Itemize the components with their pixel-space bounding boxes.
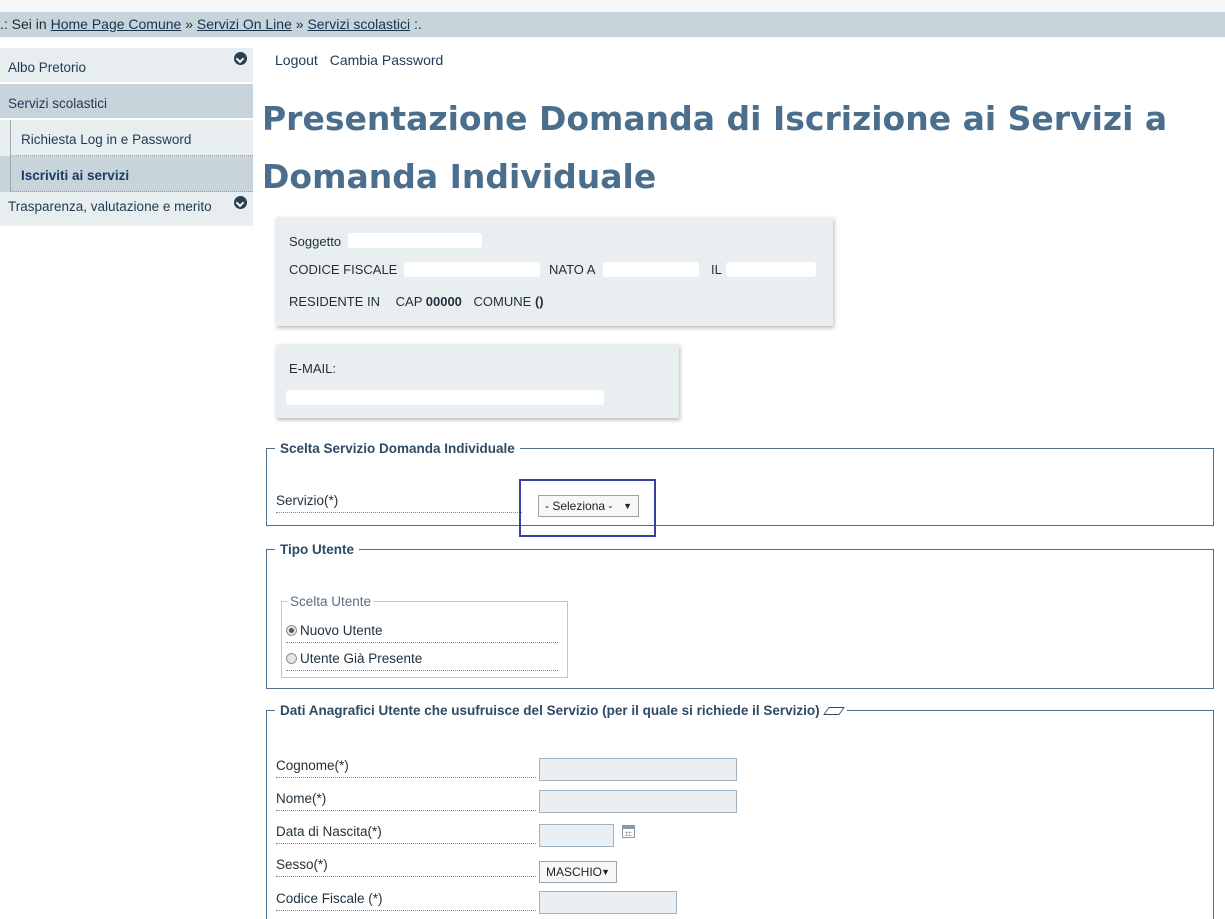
nome-label: Nome(*) <box>276 790 536 811</box>
nome-input[interactable] <box>539 790 737 813</box>
sidebar-item-label: Iscriviti ai servizi <box>10 156 253 192</box>
scelta-utente-fieldset: Scelta Utente Nuovo Utente Utente Già Pr… <box>281 593 568 678</box>
logout-link[interactable]: Logout <box>275 52 318 68</box>
sesso-select[interactable]: MASCHIO ▼ <box>539 861 617 883</box>
redacted-codice-fiscale <box>404 262 540 277</box>
residente-label: RESIDENTE IN <box>289 294 381 309</box>
email-label: E-MAIL: <box>289 361 336 376</box>
breadcrumb-home-link[interactable]: Home Page Comune <box>51 16 182 32</box>
dropdown-arrow-icon: ▼ <box>601 867 610 877</box>
radio-label-utente-presente: Utente Già Presente <box>300 651 423 666</box>
user-links: Logout Cambia Password <box>275 52 451 68</box>
sidebar-subitem-richiesta-login[interactable]: Richiesta Log in e Password <box>0 120 253 156</box>
servizio-legend: Scelta Servizio Domanda Individuale <box>275 440 520 458</box>
expand-circle-icon[interactable] <box>234 52 247 65</box>
data-nascita-label: Data di Nascita(*) <box>276 823 536 844</box>
anagrafica-legend: Dati Anagrafici Utente che usufruisce de… <box>275 702 847 720</box>
cognome-label: Cognome(*) <box>276 757 536 778</box>
sidebar-item-label: Richiesta Log in e Password <box>10 120 253 156</box>
scelta-utente-legend: Scelta Utente <box>288 593 374 611</box>
servizio-select-value: - Seleziona - <box>545 499 613 513</box>
redacted-name <box>348 233 482 248</box>
sidebar-item-label: Trasparenza, valutazione e merito <box>8 199 212 214</box>
breadcrumb-separator: » <box>185 16 194 32</box>
sesso-label: Sesso(*) <box>276 856 536 877</box>
breadcrumb-suffix: :. <box>414 16 422 32</box>
cap-label: CAP <box>395 294 423 309</box>
sesso-select-value: MASCHIO <box>546 865 603 879</box>
sidebar-item-servizi-scolastici[interactable]: Servizi scolastici <box>0 84 253 120</box>
codice-fiscale-label: Codice Fiscale (*) <box>276 890 536 911</box>
comune-value: () <box>534 294 544 309</box>
sidebar-item-trasparenza[interactable]: Trasparenza, valutazione e merito <box>0 192 253 228</box>
codice-fiscale-label: CODICE FISCALE <box>289 262 398 277</box>
servizio-fieldset: Scelta Servizio Domanda Individuale Serv… <box>266 440 1214 537</box>
tipo-utente-fieldset: Tipo Utente Scelta Utente Nuovo Utente U… <box>266 541 1214 689</box>
breadcrumb: .: Sei in Home Page Comune » Servizi On … <box>0 12 1225 37</box>
redacted-luogo-nascita <box>603 262 699 277</box>
breadcrumb-servizi-online-link[interactable]: Servizi On Line <box>197 16 292 32</box>
servizio-label: Servizio(*) <box>276 492 522 513</box>
il-label: IL <box>711 262 722 277</box>
breadcrumb-prefix: .: Sei in <box>0 16 47 32</box>
email-info-box: E-MAIL: <box>276 344 679 418</box>
radio-unchecked-icon[interactable] <box>286 653 297 664</box>
radio-checked-icon[interactable] <box>286 625 297 636</box>
anagrafica-legend-text: Dati Anagrafici Utente che usufruisce de… <box>280 703 820 718</box>
radio-label-nuovo-utente: Nuovo Utente <box>300 623 383 638</box>
servizio-select[interactable]: - Seleziona - ▼ <box>538 495 639 517</box>
sidebar-item-label: Albo Pretorio <box>8 60 87 75</box>
change-password-link[interactable]: Cambia Password <box>330 52 444 68</box>
page-title: Presentazione Domanda di Iscrizione ai S… <box>262 99 1168 196</box>
redacted-data-nascita <box>726 262 816 277</box>
radio-row-utente-presente[interactable]: Utente Già Presente <box>286 650 558 671</box>
sidebar-item-label: Servizi scolastici <box>8 96 108 111</box>
tipo-utente-legend: Tipo Utente <box>275 541 359 559</box>
expand-circle-icon[interactable] <box>234 196 247 209</box>
breadcrumb-servizi-scolastici-link[interactable]: Servizi scolastici <box>307 16 410 32</box>
soggetto-label: Soggetto <box>289 234 342 249</box>
sidebar-subitem-iscriviti[interactable]: Iscriviti ai servizi <box>0 156 253 192</box>
cap-value: 00000 <box>425 294 462 309</box>
dropdown-arrow-icon: ▼ <box>623 501 632 511</box>
redacted-email <box>286 390 604 405</box>
top-strip <box>0 0 1225 12</box>
breadcrumb-separator: » <box>295 16 304 32</box>
cognome-input[interactable] <box>539 758 737 781</box>
nato-a-label: NATO A <box>549 262 596 277</box>
data-nascita-input[interactable] <box>539 824 614 847</box>
eraser-icon[interactable] <box>822 707 845 715</box>
subject-info-box: Soggetto CODICE FISCALE NATO A IL RESIDE… <box>276 217 833 326</box>
comune-label: COMUNE <box>473 294 532 309</box>
anagrafica-fieldset: Dati Anagrafici Utente che usufruisce de… <box>266 702 1214 919</box>
sidebar-item-albo-pretorio[interactable]: Albo Pretorio <box>0 48 253 84</box>
calendar-icon[interactable] <box>622 825 635 838</box>
sidebar: Albo Pretorio Servizi scolastici Richies… <box>0 48 253 228</box>
codice-fiscale-input[interactable] <box>539 891 677 914</box>
radio-row-nuovo-utente[interactable]: Nuovo Utente <box>286 622 558 643</box>
